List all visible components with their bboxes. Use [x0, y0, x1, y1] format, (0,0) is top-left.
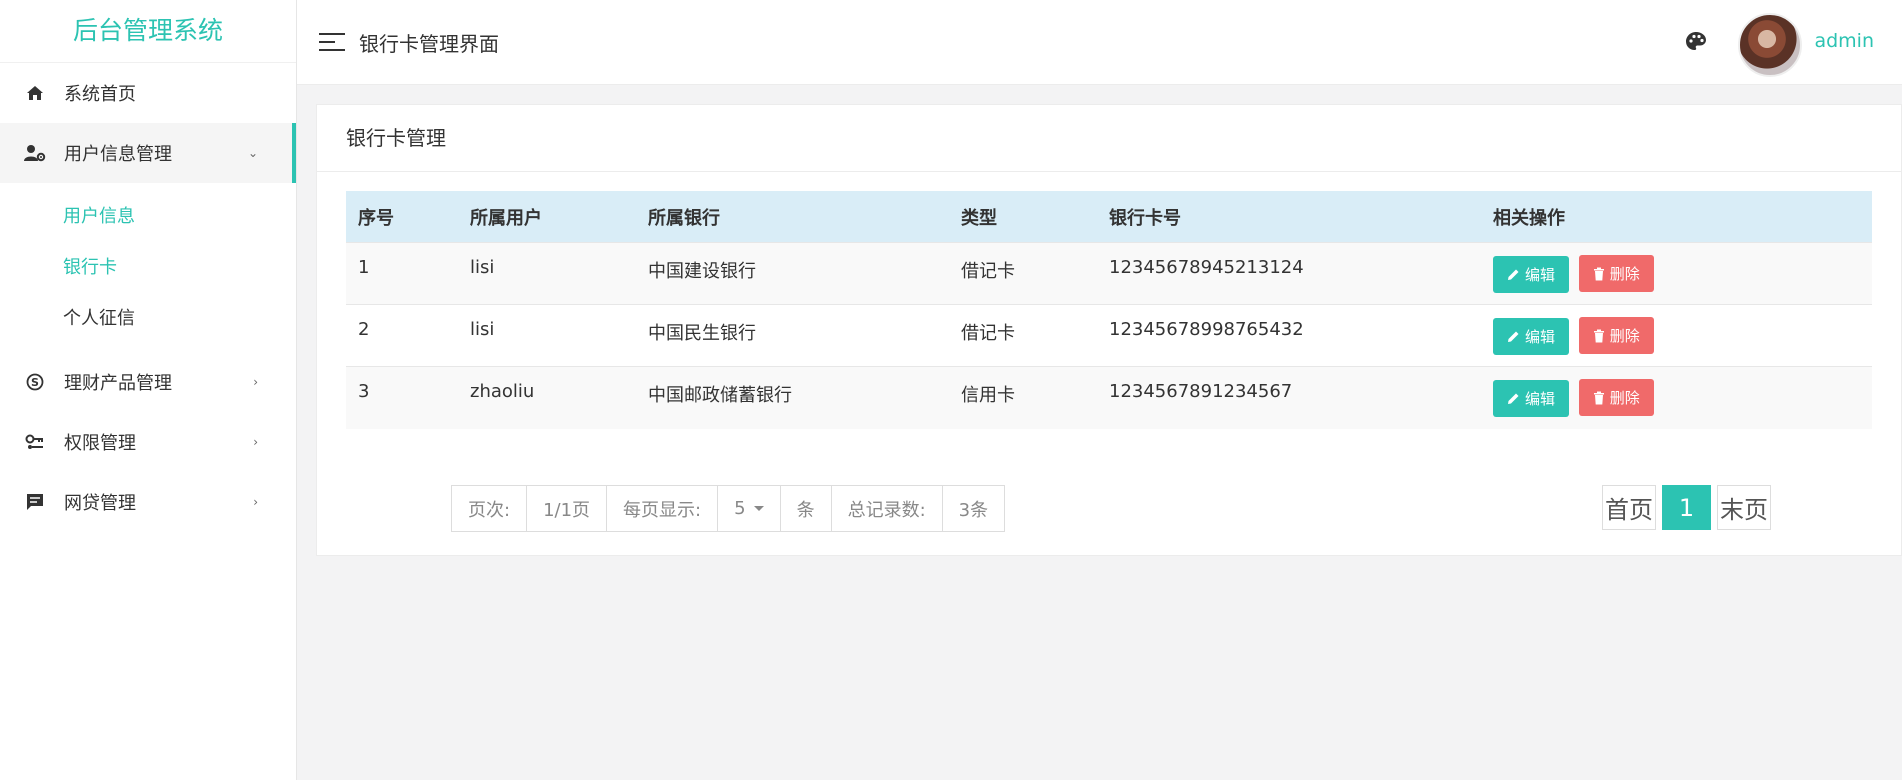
sidebar-item-label: 用户信息管理	[64, 144, 172, 165]
cell-user: zhaoliu	[458, 366, 636, 429]
delete-button[interactable]: 删除	[1578, 255, 1654, 292]
column-header: 所属银行	[636, 191, 949, 243]
cell-id: 2	[346, 304, 458, 367]
sidebar-item-home[interactable]: 系统首页	[0, 63, 296, 123]
user-settings-icon	[24, 142, 46, 164]
sidebar-item-label: 理财产品管理	[64, 373, 172, 394]
trash-icon	[1593, 267, 1604, 280]
table-row: 3 zhaoliu 中国邮政储蓄银行 信用卡 1234567891234567 …	[346, 366, 1872, 429]
delete-label: 删除	[1609, 389, 1640, 407]
sidebar-item-online-loans[interactable]: 网贷管理 ›	[0, 472, 296, 532]
bank-card-panel: 银行卡管理 序号 所属用户 所属银行 类型 银行卡号 相关操作 1 lisi 中…	[316, 104, 1902, 556]
per-page-label: 每页显示:	[607, 486, 719, 531]
cell-type: 信用卡	[949, 366, 1097, 429]
column-header: 相关操作	[1481, 191, 1872, 243]
submenu-user-info: 用户信息 银行卡 个人征信	[0, 183, 296, 352]
table-row: 1 lisi 中国建设银行 借记卡 12345678945213124 编辑 删…	[346, 242, 1872, 305]
menu-toggle-icon[interactable]	[319, 33, 345, 51]
cell-type: 借记卡	[949, 304, 1097, 367]
edit-button[interactable]: 编辑	[1493, 317, 1570, 355]
chevron-right-icon: ›	[253, 495, 258, 509]
total-value: 3条	[958, 499, 989, 521]
sidebar: 后台管理系统 系统首页 用户信息管理 ⌄ 用户信息 银行卡 个人征信 S 理财产…	[0, 0, 297, 780]
cell-id: 3	[346, 366, 458, 429]
delete-label: 删除	[1609, 265, 1640, 283]
total-label: 总记录数:	[832, 486, 943, 531]
per-page-select[interactable]: 5	[718, 486, 781, 531]
trash-icon	[1593, 329, 1604, 342]
edit-button[interactable]: 编辑	[1493, 255, 1570, 293]
cell-user: lisi	[458, 242, 636, 305]
sidebar-item-user-info-management[interactable]: 用户信息管理 ⌄	[0, 123, 296, 183]
page-1-button[interactable]: 1	[1662, 485, 1711, 530]
sidebar-item-label: 系统首页	[64, 84, 136, 105]
page-value: 1/1页	[527, 486, 608, 531]
cell-card-number: 1234567891234567	[1097, 366, 1481, 429]
cell-actions: 编辑 删除	[1481, 242, 1872, 305]
column-header: 序号	[346, 191, 458, 243]
chevron-right-icon: ›	[253, 375, 258, 389]
sidebar-item-permissions[interactable]: 权限管理 ›	[0, 412, 296, 472]
sidebar-subitem-personal-credit[interactable]: 个人征信	[0, 293, 296, 344]
svg-text:S: S	[31, 376, 39, 389]
edit-button[interactable]: 编辑	[1493, 379, 1570, 417]
delete-button[interactable]: 删除	[1578, 379, 1654, 416]
bank-card-table: 序号 所属用户 所属银行 类型 银行卡号 相关操作 1 lisi 中国建设银行 …	[346, 191, 1872, 429]
last-page-button[interactable]: 末页	[1717, 485, 1771, 530]
pencil-icon	[1508, 269, 1519, 280]
pagination-nav: 首页 1 末页	[1602, 485, 1771, 530]
table-header-row: 序号 所属用户 所属银行 类型 银行卡号 相关操作	[346, 191, 1872, 243]
trash-icon	[1593, 391, 1604, 404]
sidebar-subitem-bank-card[interactable]: 银行卡	[0, 242, 296, 293]
cell-bank: 中国邮政储蓄银行	[636, 366, 949, 429]
delete-button[interactable]: 删除	[1578, 317, 1654, 354]
palette-icon[interactable]	[1684, 30, 1708, 54]
sidebar-item-label: 权限管理	[64, 433, 136, 454]
per-page-unit: 条	[781, 486, 832, 531]
edit-label: 编辑	[1525, 389, 1556, 408]
cell-type: 借记卡	[949, 242, 1097, 305]
app-logo: 后台管理系统	[0, 0, 296, 63]
delete-label: 删除	[1609, 327, 1640, 345]
pencil-icon	[1508, 393, 1519, 404]
page-label: 页次:	[452, 486, 528, 531]
edit-label: 编辑	[1525, 265, 1556, 284]
avatar[interactable]	[1738, 13, 1802, 77]
page-title: 银行卡管理界面	[359, 32, 499, 56]
username[interactable]: admin	[1814, 30, 1874, 52]
table-row: 2 lisi 中国民生银行 借记卡 12345678998765432 编辑 删…	[346, 304, 1872, 367]
column-header: 所属用户	[458, 191, 636, 243]
pencil-icon	[1508, 331, 1519, 342]
sidebar-subitem-user-info[interactable]: 用户信息	[0, 191, 296, 242]
cell-bank: 中国民生银行	[636, 304, 949, 367]
sidebar-item-finance-products[interactable]: S 理财产品管理 ›	[0, 352, 296, 412]
cell-card-number: 12345678945213124	[1097, 242, 1481, 305]
home-icon	[24, 82, 46, 104]
edit-label: 编辑	[1525, 327, 1556, 346]
chevron-down-icon: ⌄	[247, 146, 258, 160]
chevron-right-icon: ›	[253, 435, 258, 449]
pagination-info: 页次: 1/1页 每页显示: 5 条 总记录数: 3条	[451, 485, 1006, 532]
cell-id: 1	[346, 242, 458, 305]
key-icon	[24, 431, 46, 453]
column-header: 银行卡号	[1097, 191, 1481, 243]
top-header: 银行卡管理界面 admin	[297, 0, 1902, 85]
cell-actions: 编辑 删除	[1481, 366, 1872, 429]
cell-actions: 编辑 删除	[1481, 304, 1872, 367]
first-page-button[interactable]: 首页	[1602, 485, 1656, 530]
caret-down-icon	[753, 506, 764, 511]
sidebar-item-label: 网贷管理	[64, 493, 136, 514]
column-header: 类型	[949, 191, 1097, 243]
per-page-value: 5	[734, 498, 746, 519]
cell-card-number: 12345678998765432	[1097, 304, 1481, 367]
message-icon	[24, 491, 46, 513]
cell-bank: 中国建设银行	[636, 242, 949, 305]
skype-icon: S	[24, 371, 46, 393]
cell-user: lisi	[458, 304, 636, 367]
panel-title: 银行卡管理	[317, 105, 1901, 172]
